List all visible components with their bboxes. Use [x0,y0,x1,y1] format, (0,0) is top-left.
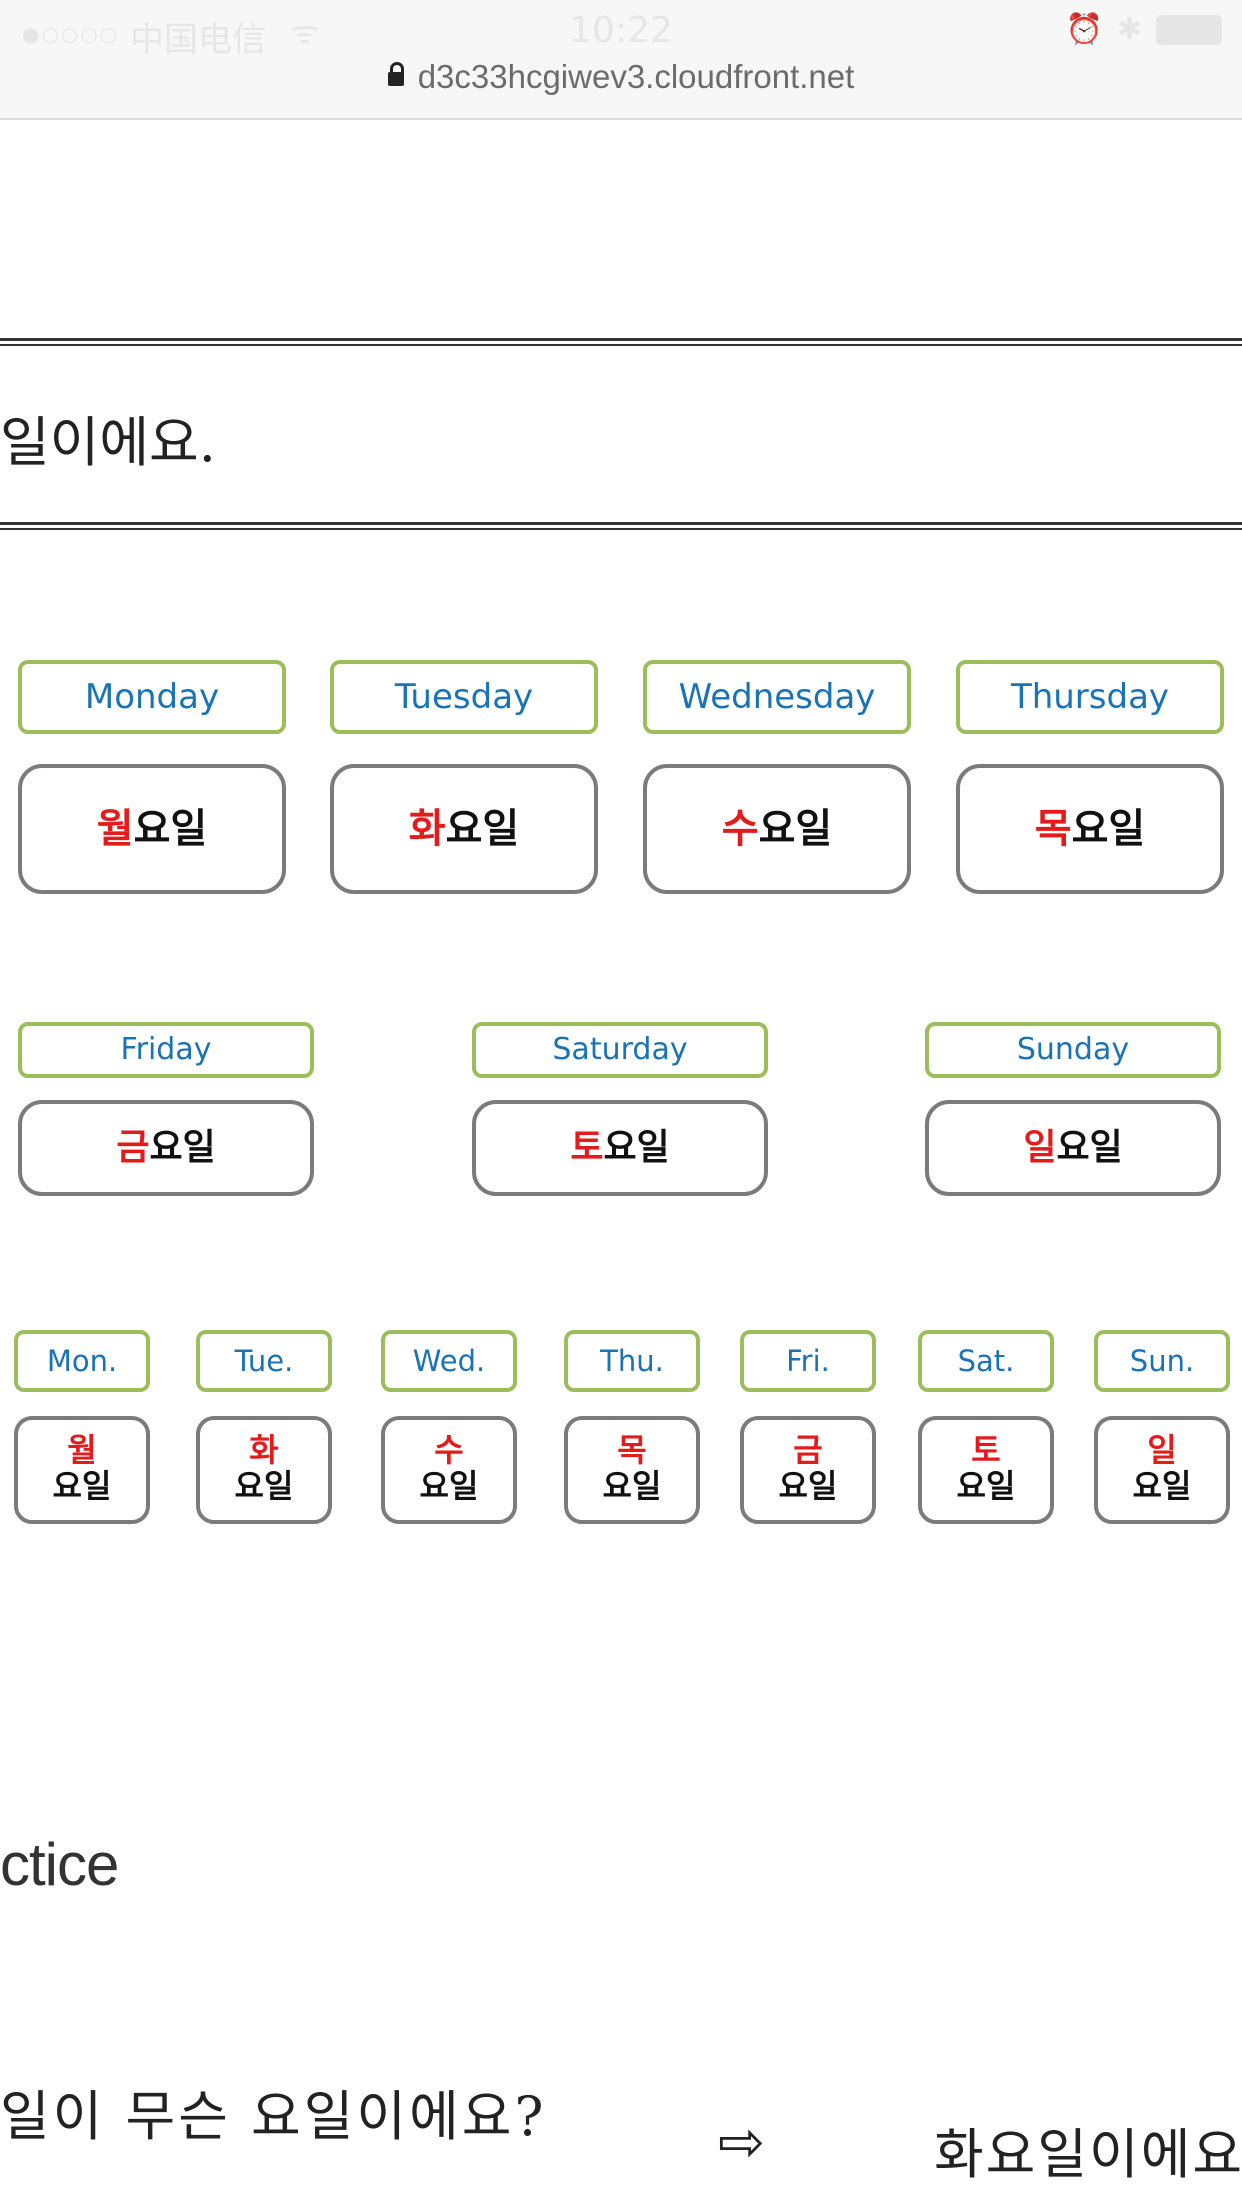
day-en-label: Wednesday [643,660,911,734]
exercise-question: 일이 무슨 요일이에요? [0,2085,547,2148]
day-en-label: Monday [18,660,286,734]
abbrev-en-label: Sun. [1094,1330,1230,1392]
abbrev-ko-card: 월 요일 [14,1416,150,1524]
day-ko-card: 월요일 [18,764,286,894]
alarm-icon: ⏰ [1065,12,1103,47]
abbrev-en-label: Wed. [381,1330,517,1392]
banner-bottom-rule [0,522,1242,530]
abbrev-ko-card: 화 요일 [196,1416,332,1524]
abbrev-en-label: Sat. [918,1330,1054,1392]
day-ko-card: 화요일 [330,764,598,894]
abbrev-ko-card: 수 요일 [381,1416,517,1524]
day-ko-card: 수요일 [643,764,911,894]
status-time: 10:22 [569,10,673,51]
exercise-answer: 화요일이에요 [934,2123,1242,2186]
day-ko-card: 토요일 [472,1100,768,1196]
day-en-label: Tuesday [330,660,598,734]
lock-icon [387,62,404,86]
right-arrow-icon: ⇨ [718,2110,765,2175]
url-text: d3c33hcgiwev3.cloudfront.net [417,58,855,95]
abbrev-ko-card: 금 요일 [740,1416,876,1524]
day-en-label: Saturday [472,1022,768,1078]
browser-top-bar: ●○○○○ 中国电信 ᯤ 10:22 ⏰ ✱ d3c33hcgiwev3.clo… [0,0,1242,120]
day-en-label: Sunday [925,1022,1221,1078]
abbrev-ko-card: 토 요일 [918,1416,1054,1524]
address-bar[interactable]: d3c33hcgiwev3.cloudfront.net [0,58,1242,96]
status-bar: ●○○○○ 中国电信 ᯤ 10:22 ⏰ ✱ [0,0,1242,60]
day-en-label: Thursday [956,660,1224,734]
abbrev-en-label: Thu. [564,1330,700,1392]
status-indicators: ⏰ ✱ [1065,12,1222,47]
battery-icon [1156,14,1222,45]
day-ko-card: 일요일 [925,1100,1221,1196]
abbrev-ko-card: 일 요일 [1094,1416,1230,1524]
day-ko-card: 목요일 [956,764,1224,894]
abbrev-en-label: Tue. [196,1330,332,1392]
bluetooth-icon: ✱ [1116,12,1142,47]
banner-top-rule [0,338,1242,346]
abbrev-ko-card: 목 요일 [564,1416,700,1524]
abbrev-en-label: Mon. [14,1330,150,1392]
practice-heading: ctice [0,1831,119,1898]
day-en-label: Friday [18,1022,314,1078]
banner-sentence: 일이에요. [0,411,216,474]
abbrev-en-label: Fri. [740,1330,876,1392]
day-ko-card: 금요일 [18,1100,314,1196]
